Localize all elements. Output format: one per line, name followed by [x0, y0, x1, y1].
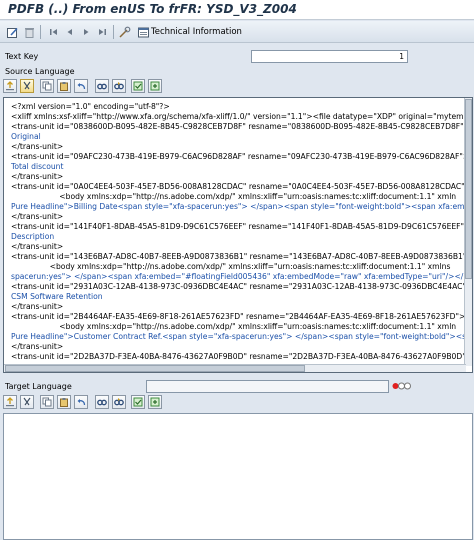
- editor-line: </trans-unit>: [11, 242, 64, 251]
- editor-line: Total discount: [11, 162, 64, 171]
- upload-icon[interactable]: [3, 79, 17, 93]
- vertical-scrollbar[interactable]: [464, 98, 472, 366]
- title-bar: PDFB (..) From enUS To frFR: YSD_V3_Z004: [0, 0, 474, 20]
- editor-line: Original: [11, 132, 41, 141]
- select-all-icon[interactable]: [131, 395, 145, 409]
- upload-icon[interactable]: [3, 395, 17, 409]
- editor-line: </trans-unit>: [11, 172, 64, 181]
- save-local-icon[interactable]: [148, 79, 162, 93]
- editor-line: </trans-unit>: [11, 342, 64, 351]
- toolbar-separator: [113, 25, 114, 39]
- display-change-icon[interactable]: [4, 24, 20, 40]
- copy-icon[interactable]: [40, 79, 54, 93]
- editor-line: <trans-unit id="143E6BA7-AD8C-40B7-8EEB-…: [11, 252, 466, 261]
- cut-icon[interactable]: [20, 79, 34, 93]
- text-key-label: Text Key: [5, 52, 39, 61]
- editor-line: <trans-unit id="2B4464AF-EA35-4E69-8F18-…: [11, 312, 466, 321]
- editor-line: <trans-unit id="0A0C4EE4-503F-45E7-BD56-…: [11, 182, 466, 191]
- editor-line: <xliff xmlns:xsf-xliff="http://www.xfa.o…: [11, 112, 466, 121]
- copy-icon[interactable]: [40, 395, 54, 409]
- technical-information-button[interactable]: Technical Information: [151, 24, 242, 40]
- source-language-label: Source Language: [5, 67, 75, 76]
- technical-information-icon[interactable]: [135, 24, 151, 40]
- target-language-editor[interactable]: [3, 413, 473, 540]
- select-all-icon[interactable]: [131, 79, 145, 93]
- editor-line: <trans-unit id="2D2BA37D-F3EA-40BA-8476-…: [11, 352, 466, 361]
- horizontal-scroll-thumb[interactable]: [5, 365, 305, 372]
- target-language-field[interactable]: [146, 380, 389, 393]
- editor-line: <body xmlns:xdp="http://ns.adobe.com/xdp…: [11, 192, 457, 201]
- where-used-icon[interactable]: [116, 24, 132, 40]
- editor-line: </trans-unit>: [11, 212, 64, 221]
- editor-line: <trans-unit id="09AFC230-473B-419E-B979-…: [11, 152, 466, 161]
- window-title: PDFB (..) From enUS To frFR: YSD_V3_Z004: [8, 2, 297, 16]
- application-toolbar: Technical Information: [0, 21, 474, 43]
- next-page-icon[interactable]: [78, 24, 94, 40]
- source-text-area[interactable]: <?xml version="1.0" encoding="utf-8"?> <x…: [4, 98, 466, 366]
- editor-line: </trans-unit>: [11, 302, 64, 311]
- find-next-icon[interactable]: [112, 79, 126, 93]
- last-page-icon[interactable]: [94, 24, 110, 40]
- editor-line: <trans-unit id="2931A03C-12AB-4138-973C-…: [11, 282, 466, 291]
- find-icon[interactable]: [95, 79, 109, 93]
- paste-icon[interactable]: [57, 79, 71, 93]
- editor-line: <body xmlns:xdp="http://ns.adobe.com/xdp…: [11, 322, 457, 331]
- source-language-editor[interactable]: <?xml version="1.0" encoding="utf-8"?> <x…: [3, 97, 473, 373]
- text-key-field[interactable]: 1: [251, 50, 408, 63]
- traffic-light-status: [392, 381, 412, 391]
- find-next-icon[interactable]: [112, 395, 126, 409]
- editor-line: Pure Headline">Billing Date<span style="…: [11, 202, 466, 211]
- delete-icon[interactable]: [21, 24, 37, 40]
- editor-line: <trans-unit id="141F40F1-8DAB-45A5-81D9-…: [11, 222, 466, 231]
- find-icon[interactable]: [95, 395, 109, 409]
- editor-line: <trans-unit id="0838600D-B095-482E-8B45-…: [11, 122, 466, 131]
- editor-line: Pure Headline">Customer Contract Ref.<sp…: [11, 332, 466, 341]
- editor-line: spacerun:yes"> </span><span xfa:embed="#…: [11, 272, 466, 281]
- horizontal-scrollbar[interactable]: [4, 364, 466, 372]
- editor-line: </trans-unit>: [11, 142, 64, 151]
- undo-icon[interactable]: [74, 395, 88, 409]
- first-page-icon[interactable]: [46, 24, 62, 40]
- paste-icon[interactable]: [57, 395, 71, 409]
- undo-icon[interactable]: [74, 79, 88, 93]
- toolbar-separator: [40, 25, 41, 39]
- editor-line: Description: [11, 232, 55, 241]
- save-local-icon[interactable]: [148, 395, 162, 409]
- editor-line: CSM Software Retention: [11, 292, 103, 301]
- vertical-scroll-thumb[interactable]: [465, 99, 472, 279]
- previous-page-icon[interactable]: [62, 24, 78, 40]
- editor-line: <body xmlns:xdp="http://ns.adobe.com/xdp…: [11, 262, 451, 271]
- target-language-label: Target Language: [5, 382, 72, 391]
- editor-line: <?xml version="1.0" encoding="utf-8"?>: [11, 102, 170, 111]
- cut-icon[interactable]: [20, 395, 34, 409]
